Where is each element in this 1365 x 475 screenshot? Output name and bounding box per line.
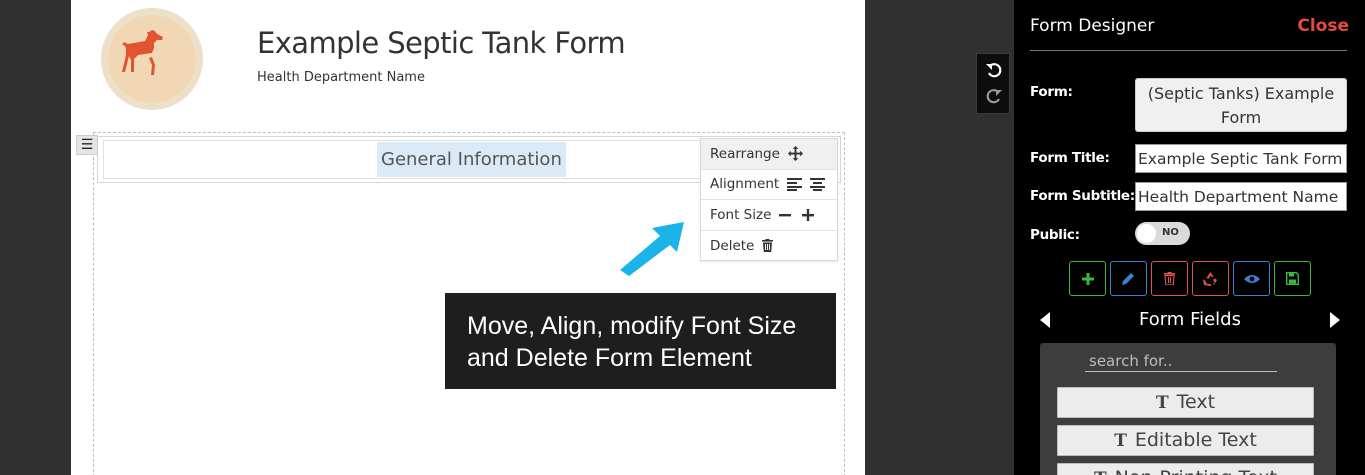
designer-title: Form Designer [1030,16,1155,36]
trash-icon [1164,272,1175,285]
eye-icon [1243,274,1260,283]
alignment-label: Alignment [710,176,780,193]
delete-label: Delete [710,237,755,254]
public-toggle[interactable]: NO [1135,222,1190,245]
delete-button[interactable] [1151,261,1188,296]
form-subtitle-input[interactable] [1135,182,1347,211]
fields-panel: T Text T Editable Text T Non-Printing Text [1040,343,1336,475]
close-button[interactable]: Close [1297,16,1349,36]
move-arrows-icon [787,146,803,162]
align-center-icon[interactable] [810,177,826,191]
save-button[interactable] [1274,261,1311,296]
recycle-icon [1203,271,1217,286]
recycle-button[interactable] [1192,261,1229,296]
field-button-label: Editable Text [1134,429,1257,451]
form-select-line-1: (Septic Tanks) Example [1147,84,1335,103]
toggle-text: NO [1162,227,1179,238]
field-button-label: Non-Printing Text [1115,467,1277,475]
element-menu-button[interactable]: ☰ [76,135,98,155]
field-button-editable-text[interactable]: T Editable Text [1057,425,1314,456]
element-toolbar: Rearrange Alignment Font Size Delete [700,138,838,261]
trash-icon [762,239,774,253]
plus-icon[interactable] [802,208,815,221]
add-field-button[interactable] [1069,261,1106,296]
hamburger-icon: ☰ [80,137,94,153]
field-button-text[interactable]: T Text [1057,387,1314,418]
form-designer-panel: Form Designer Close Form: (Septic Tanks)… [1014,0,1365,475]
redo-icon[interactable] [986,88,1002,104]
form-canvas: Example Septic Tank Form Health Departme… [71,0,865,475]
font-size-row: Font Size [701,200,837,231]
undo-icon[interactable] [986,62,1002,78]
field-button-label: Text [1176,391,1216,413]
annotation-arrow-icon [620,222,684,276]
fields-nav: Form Fields [1040,309,1340,333]
form-title[interactable]: Example Septic Tank Form [257,26,626,60]
form-label: Form: [1030,84,1073,100]
text-type-icon: T [1114,431,1127,451]
callout-line-2: and Delete Form Element [467,344,752,372]
form-select-line-2: Form [1220,108,1262,127]
field-button-non-printing-text[interactable]: T Non-Printing Text [1057,463,1314,475]
form-subtitle[interactable]: Health Department Name [257,70,425,85]
align-left-icon[interactable] [787,177,803,191]
annotation-callout: Move, Align, modify Font Size and Delete… [445,293,836,389]
form-title-input[interactable] [1135,144,1347,173]
toggle-knob [1137,224,1156,243]
dog-icon [122,30,163,75]
plus-icon [1081,272,1094,285]
undo-redo-bar [976,53,1010,114]
divider [1030,50,1347,51]
form-logo [101,8,203,110]
next-arrow-icon[interactable] [1330,312,1340,328]
text-type-icon: T [1155,393,1169,413]
action-bar [1069,261,1311,296]
rearrange-button[interactable]: Rearrange [701,139,837,170]
form-select-button[interactable]: (Septic Tanks) Example Form [1135,78,1347,132]
fields-title: Form Fields [1139,309,1241,330]
rearrange-label: Rearrange [710,145,780,162]
minus-icon[interactable] [779,209,792,221]
section-heading[interactable]: General Information [377,142,566,177]
form-subtitle-label: Form Subtitle: [1030,188,1135,204]
preview-button[interactable] [1233,261,1270,296]
field-search-input[interactable] [1085,350,1277,372]
alignment-row: Alignment [701,170,837,200]
delete-element-button[interactable]: Delete [701,231,837,262]
pencil-icon [1122,273,1134,285]
callout-line-1: Move, Align, modify Font Size [467,312,797,340]
text-type-icon: T [1094,469,1107,475]
form-title-label: Form Title: [1030,150,1110,166]
public-label: Public: [1030,227,1080,243]
floppy-icon [1286,272,1299,285]
edit-button[interactable] [1110,261,1147,296]
font-size-label: Font Size [710,206,772,223]
